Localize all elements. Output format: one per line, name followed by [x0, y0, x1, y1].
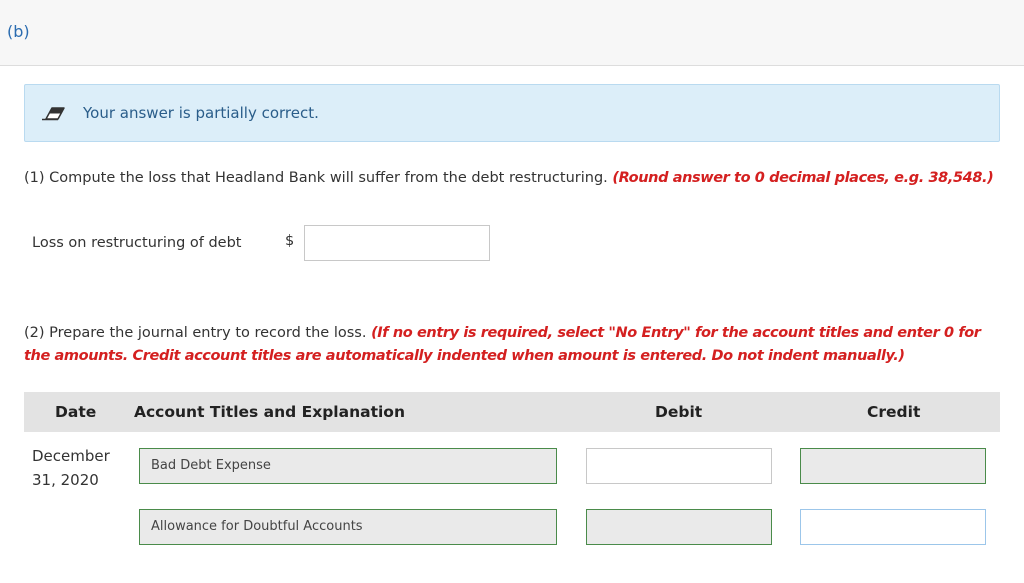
loss-amount-input[interactable] [304, 225, 490, 261]
column-header-account: Account Titles and Explanation [134, 403, 405, 421]
row2-debit-input[interactable] [586, 509, 772, 545]
row1-debit-input[interactable] [586, 448, 772, 484]
row1-credit-input[interactable] [800, 448, 986, 484]
column-header-debit: Debit [655, 403, 703, 421]
column-header-credit: Credit [867, 403, 921, 421]
journal-table-header: Date Account Titles and Explanation Debi… [24, 392, 1000, 432]
column-header-date: Date [55, 403, 97, 421]
row2-credit-input[interactable] [800, 509, 986, 545]
part2-question: (2) Prepare the journal entry to record … [24, 322, 999, 368]
entry-date-line2: 31, 2020 [32, 471, 99, 489]
partial-correct-alert: Your answer is partially correct. [24, 84, 1000, 142]
loss-label: Loss on restructuring of debt [32, 235, 242, 251]
currency-symbol: $ [285, 233, 295, 249]
section-header: (b) [0, 0, 1024, 66]
section-label: (b) [7, 22, 30, 41]
row1-account-field[interactable]: Bad Debt Expense [139, 448, 557, 484]
part1-question: (1) Compute the loss that Headland Bank … [24, 170, 994, 186]
alert-text: Your answer is partially correct. [83, 104, 319, 122]
part1-question-text: (1) Compute the loss that Headland Bank … [24, 170, 608, 186]
part1-instruction: (Round answer to 0 decimal places, e.g. … [612, 170, 994, 186]
row2-account-field[interactable]: Allowance for Doubtful Accounts [139, 509, 557, 545]
entry-date: December 31, 2020 [32, 444, 110, 492]
part2-question-text: (2) Prepare the journal entry to record … [24, 325, 367, 341]
entry-date-line1: December [32, 447, 110, 465]
pencil-eraser-icon [40, 105, 66, 121]
